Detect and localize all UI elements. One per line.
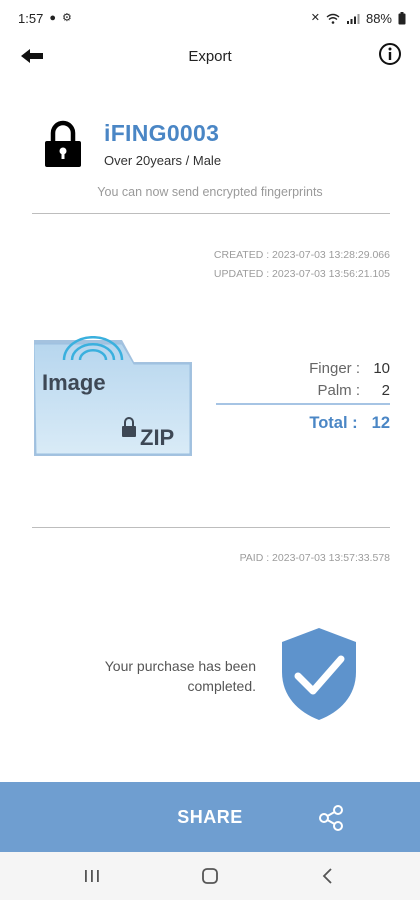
system-nav-bar [0,852,420,900]
battery-icon [398,12,406,25]
total-label: Total : [309,414,358,432]
divider [32,213,390,214]
lock-icon [45,120,81,167]
info-button[interactable] [374,38,406,70]
mute-icon: ✕ [310,12,320,24]
zip-graphic-image-text: Image [42,370,106,395]
share-label: SHARE [177,807,243,827]
palm-count-row: Palm : 2 [210,382,390,404]
palm-label: Palm : [317,382,360,399]
purchase-message-line1: Your purchase has been [104,658,256,674]
drop-icon: ● [49,12,56,24]
settings-icon: ⚙ [61,12,72,24]
battery-percent: 88% [365,11,392,26]
recent-apps-icon [85,870,99,882]
share-button[interactable]: SHARE [0,782,420,852]
app-bar: Export [0,36,420,80]
palm-value: 2 [381,382,390,399]
zip-graphic-zip-text: ZIP [140,425,175,450]
total-row: Total : 12 [309,414,390,433]
wifi-icon [326,13,340,24]
finger-label: Finger : [309,360,360,377]
page-title: Export [188,48,232,65]
status-time: 1:57 [18,11,44,26]
counts-summary: Finger : 10 Palm : 2 [210,360,390,404]
info-icon [379,43,401,65]
finger-value: 10 [373,360,390,377]
status-bar: 1:57 ● ⚙ ✕ 88% [0,0,420,36]
divider [32,527,390,528]
signal-icon [346,14,360,24]
purchase-message-line2: completed. [187,678,256,694]
chevron-left-icon [322,868,332,884]
updated-timestamp: UPDATED : 2023-07-03 13:56:21.105 [213,268,390,280]
back-nav-button[interactable] [308,862,348,890]
total-divider [216,403,390,405]
encrypted-message: You can now send encrypted fingerprints [97,185,323,199]
created-timestamp: CREATED : 2023-07-03 13:28:29.066 [213,249,390,261]
total-value: 12 [371,414,390,432]
share-icon [319,805,343,831]
paid-timestamp: PAID : 2023-07-03 13:57:33.578 [239,552,390,564]
home-icon [202,868,218,884]
recent-apps-button[interactable] [72,862,112,890]
shield-check-icon [282,628,356,720]
user-id: iFING0003 [104,120,220,146]
home-button[interactable] [190,862,230,890]
purchase-message: Your purchase has been completed. [60,656,256,696]
finger-count-row: Finger : 10 [210,360,390,382]
user-subtitle: Over 20years / Male [104,153,222,168]
